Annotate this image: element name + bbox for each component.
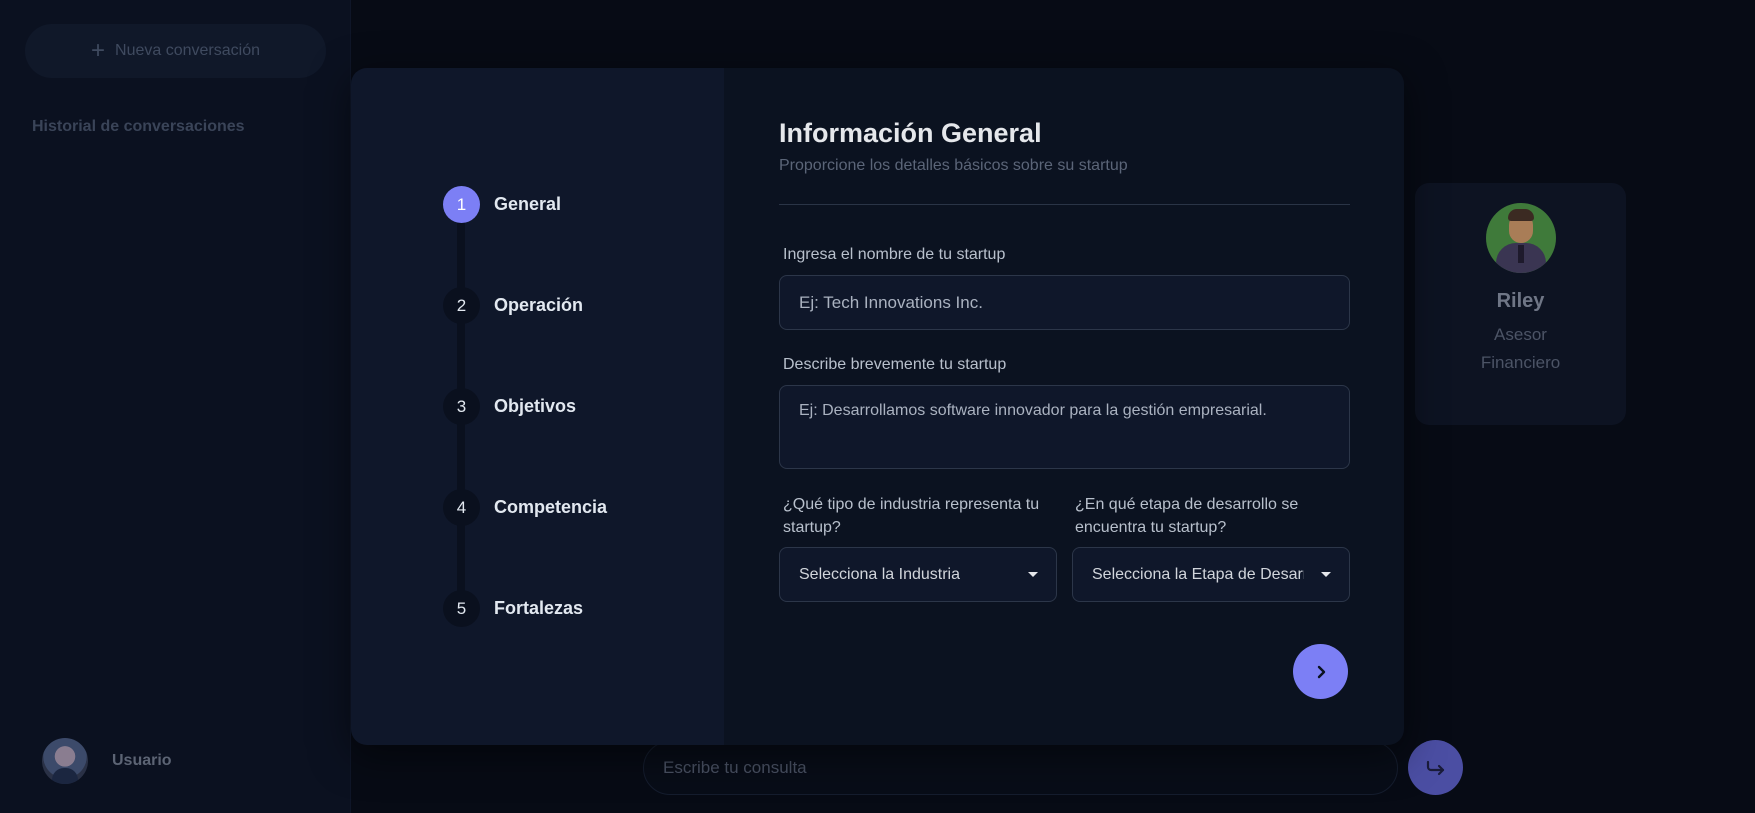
- step-fortalezas[interactable]: 5 Fortalezas: [443, 590, 583, 627]
- startup-description-label: Describe brevemente tu startup: [783, 356, 1007, 373]
- step-general[interactable]: 1 General: [443, 186, 561, 223]
- step-label: Operación: [494, 295, 584, 315]
- step-label: Objetivos: [494, 396, 577, 416]
- step-objetivos[interactable]: 3 Objetivos: [443, 388, 576, 425]
- chevron-right-icon: [1317, 665, 1325, 678]
- industry-label: ¿Qué tipo de industria representa tu sta…: [783, 496, 1040, 536]
- wizard-steps: 1 General 2 Operación 3 Objetivos 4 Comp…: [351, 68, 724, 745]
- step-number: 2: [443, 287, 480, 324]
- industry-select[interactable]: Selecciona la Industria: [779, 547, 1057, 602]
- sidebar: + Nueva conversación Historial de conver…: [0, 0, 351, 813]
- step-number: 1: [443, 186, 480, 223]
- form-subtitle: Proporcione los detalles básicos sobre s…: [779, 157, 1128, 174]
- wizard-form: Información General Proporcione los deta…: [724, 68, 1404, 745]
- step-number: 4: [443, 489, 480, 526]
- stage-select-value: Selecciona la Etapa de Desarrollo: [1092, 565, 1304, 583]
- user-profile[interactable]: Usuario: [42, 737, 172, 785]
- history-title: Historial de conversaciones: [32, 118, 245, 135]
- chat-input-container: [643, 741, 1398, 795]
- step-number: 3: [443, 388, 480, 425]
- plus-icon: +: [91, 37, 106, 64]
- startup-description-input[interactable]: [779, 385, 1350, 469]
- user-name: Usuario: [112, 752, 172, 769]
- chat-input[interactable]: [663, 758, 1378, 778]
- step-label: General: [494, 194, 562, 214]
- step-operacion[interactable]: 2 Operación: [443, 287, 583, 324]
- send-button[interactable]: [1408, 740, 1463, 795]
- step-label: Competencia: [494, 497, 608, 517]
- divider: [779, 204, 1350, 205]
- startup-name-label: Ingresa el nombre de tu startup: [783, 246, 1006, 263]
- step-number: 5: [443, 590, 480, 627]
- caret-down-icon: [1028, 572, 1038, 577]
- send-arrow-icon: [1426, 760, 1444, 775]
- new-conversation-label: Nueva conversación: [115, 42, 260, 59]
- advisor-avatar: [1485, 203, 1556, 273]
- stage-label: ¿En qué etapa de desarrollo se encuentra…: [1075, 496, 1299, 536]
- user-avatar: [42, 738, 88, 784]
- next-step-button[interactable]: [1293, 644, 1348, 699]
- form-title: Información General: [779, 118, 1042, 148]
- advisor-role: Asesor Financiero: [1480, 325, 1561, 372]
- caret-down-icon: [1321, 572, 1331, 577]
- startup-wizard-modal: 1 General 2 Operación 3 Objetivos 4 Comp…: [351, 68, 1404, 745]
- step-competencia[interactable]: 4 Competencia: [443, 489, 607, 526]
- new-conversation-button[interactable]: + Nueva conversación: [25, 24, 326, 78]
- stage-select[interactable]: Selecciona la Etapa de Desarrollo: [1072, 547, 1350, 602]
- industry-select-value: Selecciona la Industria: [799, 565, 960, 583]
- advisor-name: Riley: [1496, 290, 1545, 312]
- step-label: Fortalezas: [494, 598, 584, 618]
- advisor-card[interactable]: Riley Asesor Financiero: [1415, 183, 1626, 425]
- startup-name-input[interactable]: [779, 275, 1350, 330]
